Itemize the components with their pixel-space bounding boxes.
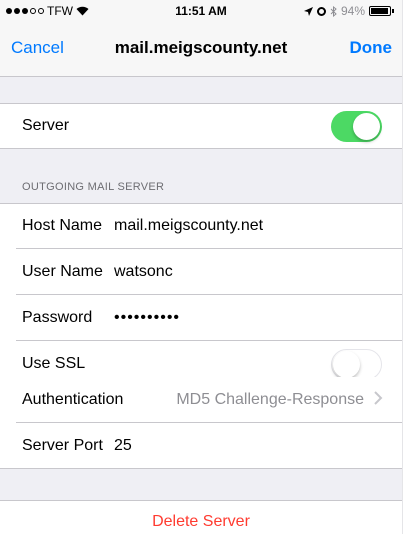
use-ssl-label: Use SSL bbox=[22, 355, 86, 372]
delete-server-button[interactable]: Delete Server bbox=[0, 513, 402, 531]
navigation-bar: Cancel mail.meigscounty.net Done bbox=[0, 22, 402, 77]
side-strip bbox=[402, 0, 417, 534]
done-button[interactable]: Done bbox=[350, 38, 393, 58]
server-port-label: Server Port bbox=[22, 437, 103, 454]
server-port-field[interactable]: 25 bbox=[114, 437, 132, 455]
section-header-outgoing: OUTGOING MAIL SERVER bbox=[22, 181, 165, 193]
server-toggle[interactable] bbox=[331, 111, 382, 142]
bluetooth-icon bbox=[330, 5, 337, 17]
server-cell: Server bbox=[0, 103, 402, 149]
host-name-label: Host Name bbox=[22, 217, 103, 234]
server-port-cell[interactable]: Server Port 25 bbox=[0, 423, 402, 469]
delete-server-cell[interactable]: Delete Server bbox=[0, 500, 402, 534]
authentication-value: MD5 Challenge-Response bbox=[176, 391, 364, 408]
password-field[interactable]: •••••••••• bbox=[114, 309, 180, 327]
battery-level-fill bbox=[371, 8, 388, 14]
status-right: 94% bbox=[303, 4, 394, 18]
authentication-label: Authentication bbox=[22, 391, 124, 408]
location-arrow-icon bbox=[303, 6, 313, 16]
host-name-field[interactable]: mail.meigscounty.net bbox=[114, 217, 263, 235]
host-name-cell[interactable]: Host Name mail.meigscounty.net bbox=[0, 203, 402, 249]
authentication-cell[interactable]: Authentication MD5 Challenge-Response bbox=[0, 377, 402, 423]
alarm-icon bbox=[316, 6, 326, 16]
user-name-cell[interactable]: User Name watsonc bbox=[0, 249, 402, 295]
password-label: Password bbox=[22, 309, 93, 326]
use-ssl-toggle[interactable] bbox=[331, 349, 382, 380]
battery-percent: 94% bbox=[340, 4, 365, 18]
status-bar: TFW 11:51 AM 94% bbox=[0, 0, 402, 22]
phone-screen: TFW 11:51 AM 94% Cancel mail.meigscounty… bbox=[0, 0, 402, 534]
server-label: Server bbox=[22, 117, 70, 134]
password-cell[interactable]: Password •••••••••• bbox=[0, 295, 402, 341]
user-name-field[interactable]: watsonc bbox=[114, 263, 173, 281]
chevron-right-icon bbox=[374, 391, 383, 405]
user-name-label: User Name bbox=[22, 263, 103, 280]
page-title: mail.meigscounty.net bbox=[114, 38, 288, 57]
battery-icon bbox=[369, 6, 394, 16]
